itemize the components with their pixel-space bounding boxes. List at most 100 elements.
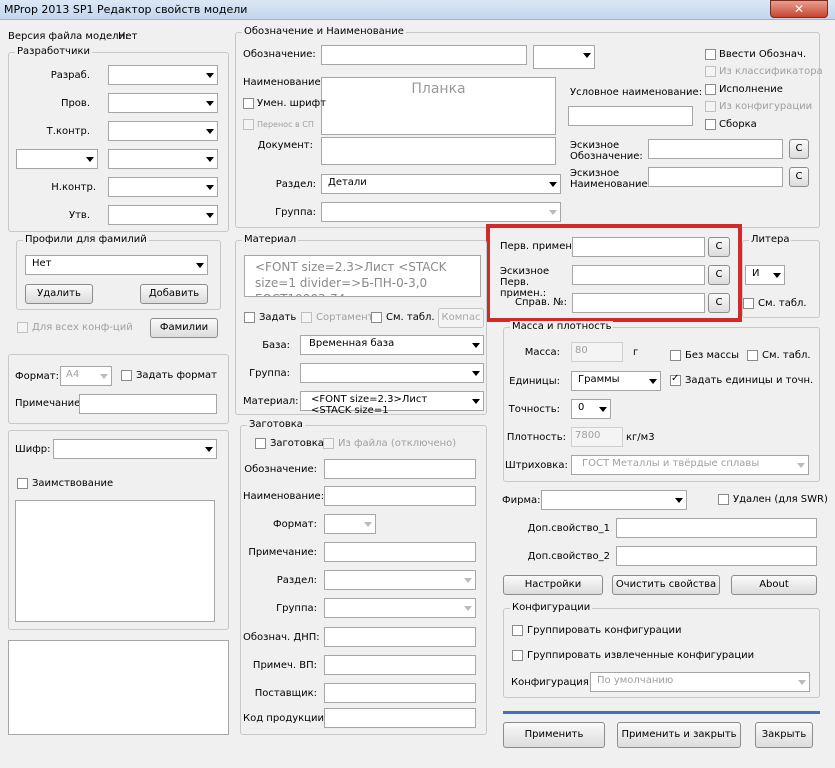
format-select[interactable]: А4 xyxy=(60,366,112,386)
mass-title: Масса и плотность xyxy=(510,321,614,332)
reduce-font-checkbox[interactable] xyxy=(243,98,254,109)
profile-select-value: Нет xyxy=(32,258,52,269)
blank-checkbox[interactable] xyxy=(255,438,266,449)
base-value: Временная база xyxy=(309,338,395,349)
info-textarea[interactable] xyxy=(8,640,229,735)
dev-custom-role-select[interactable] xyxy=(16,149,98,169)
blank-format-select[interactable] xyxy=(324,514,376,534)
from-file-checkbox[interactable] xyxy=(323,438,334,449)
base-select[interactable]: Временная база xyxy=(300,335,484,355)
apply-button[interactable]: Применить xyxy=(503,722,605,748)
blank-section-select[interactable] xyxy=(324,570,476,590)
note-label: Примечание: xyxy=(15,398,84,409)
sketch-name-input[interactable] xyxy=(648,167,783,187)
mass-input[interactable]: 80 xyxy=(571,342,623,362)
base-label: База: xyxy=(262,340,290,351)
cond-name-input[interactable] xyxy=(568,106,693,126)
settings-button[interactable]: Настройки xyxy=(503,575,603,595)
sketch-name-c-button[interactable]: С xyxy=(789,167,809,187)
material-group-select[interactable] xyxy=(300,363,484,383)
blank-product-code-label: Код продукции: xyxy=(243,713,328,724)
deleted-swr-checkbox[interactable] xyxy=(718,494,729,505)
borrow-textarea[interactable] xyxy=(15,500,215,622)
group-extracted-checkbox[interactable] xyxy=(512,650,523,661)
cipher-select[interactable] xyxy=(53,439,217,459)
blank-desig-input[interactable] xyxy=(324,459,476,479)
blank-group-select[interactable] xyxy=(324,598,476,618)
no-mass-checkbox[interactable] xyxy=(670,350,681,361)
precision-select[interactable]: 0 xyxy=(571,399,611,419)
config-select[interactable]: По умолчанию xyxy=(590,672,810,692)
all-configs-checkbox[interactable] xyxy=(17,322,28,333)
file-version-value: Нет xyxy=(118,31,138,42)
close-window-button[interactable]: ✕ xyxy=(770,0,828,18)
name-input[interactable]: Планка xyxy=(321,77,556,135)
profiles-title: Профили для фамилий xyxy=(23,234,149,245)
set-units-checkbox[interactable] xyxy=(670,373,681,386)
material-select[interactable]: <FONT size=2.3>Лист <STACK size=1 xyxy=(300,391,484,416)
highlight-frame xyxy=(486,224,742,322)
litera-table-checkbox[interactable] xyxy=(743,298,754,309)
group-configs-checkbox[interactable] xyxy=(512,625,523,636)
prop2-input[interactable] xyxy=(616,546,817,566)
apply-close-button[interactable]: Применить и закрыть xyxy=(617,722,741,748)
close-button[interactable]: Закрыть xyxy=(755,722,813,748)
litera-select[interactable]: И xyxy=(745,265,785,285)
developers-title: Разработчики xyxy=(15,46,93,57)
add-profile-button[interactable]: Добавить xyxy=(140,284,208,304)
firm-select[interactable] xyxy=(541,490,687,510)
firm-label: Фирма: xyxy=(502,495,541,506)
set-format-checkbox[interactable] xyxy=(121,370,132,381)
group-select[interactable] xyxy=(321,202,561,222)
mass-label: Масса: xyxy=(524,347,560,358)
clear-properties-button[interactable]: Очистить свойства xyxy=(612,575,720,595)
dev-select-custom[interactable] xyxy=(108,149,218,169)
sketch-desig-input[interactable] xyxy=(648,139,783,159)
wrap-sp-checkbox[interactable] xyxy=(243,119,254,130)
sketch-desig-label: Эскизное Обозначение: xyxy=(570,140,643,162)
borrow-checkbox[interactable] xyxy=(17,478,28,489)
note-input[interactable] xyxy=(79,394,217,414)
prop2-label: Доп.свойство_2 xyxy=(527,551,610,562)
assortment-checkbox[interactable] xyxy=(301,312,312,323)
prop1-input[interactable] xyxy=(616,518,817,538)
dev-select-prov[interactable] xyxy=(108,93,218,113)
designation-input[interactable] xyxy=(321,45,527,65)
assembly-checkbox[interactable] xyxy=(705,119,716,130)
blank-desig-label: Обозначение: xyxy=(244,464,317,475)
about-button[interactable]: About xyxy=(731,575,817,595)
density-input[interactable]: 7800 xyxy=(571,427,623,447)
delete-profile-button[interactable]: Удалить xyxy=(25,284,93,304)
hatch-value: ГОСТ Металлы и твёрдые сплавы xyxy=(582,458,760,469)
blank-name-input[interactable] xyxy=(324,486,476,506)
profile-select[interactable]: Нет xyxy=(25,255,208,275)
enter-desig-checkbox[interactable] xyxy=(705,49,716,60)
families-button[interactable]: Фамилии xyxy=(150,318,218,338)
sketch-desig-c-button[interactable]: С xyxy=(789,139,809,159)
execution-checkbox[interactable] xyxy=(705,84,716,95)
group-label: Группа: xyxy=(275,207,316,218)
mass-table-label: См. табл. xyxy=(762,350,811,361)
dev-select-tkontr[interactable] xyxy=(108,121,218,141)
dev-select-razrab[interactable] xyxy=(108,65,218,85)
blank-note-input[interactable] xyxy=(324,542,476,562)
material-set-checkbox[interactable] xyxy=(244,312,255,323)
blank-dnp-input[interactable] xyxy=(324,627,476,647)
blank-vp-input[interactable] xyxy=(324,655,476,675)
set-units-label: Задать единицы и точн. xyxy=(685,375,814,386)
dev-select-utv[interactable] xyxy=(108,205,218,225)
blank-product-code-input[interactable] xyxy=(324,708,476,728)
blank-supplier-input[interactable] xyxy=(324,683,476,703)
designation-suffix-select[interactable] xyxy=(533,45,595,69)
units-select[interactable]: Граммы xyxy=(571,371,661,391)
compass-button[interactable]: Компас xyxy=(438,308,484,328)
hatch-select[interactable]: ГОСТ Металлы и твёрдые сплавы xyxy=(571,455,809,475)
from-classifier-checkbox[interactable] xyxy=(705,66,716,77)
dev-select-nkontr[interactable] xyxy=(108,177,218,197)
material-table-checkbox[interactable] xyxy=(371,312,382,323)
from-config-checkbox[interactable] xyxy=(705,101,716,112)
density-unit: кг/м3 xyxy=(626,432,655,443)
document-input[interactable] xyxy=(321,137,556,165)
mass-table-checkbox[interactable] xyxy=(747,350,758,361)
section-select[interactable]: Детали xyxy=(321,174,561,194)
